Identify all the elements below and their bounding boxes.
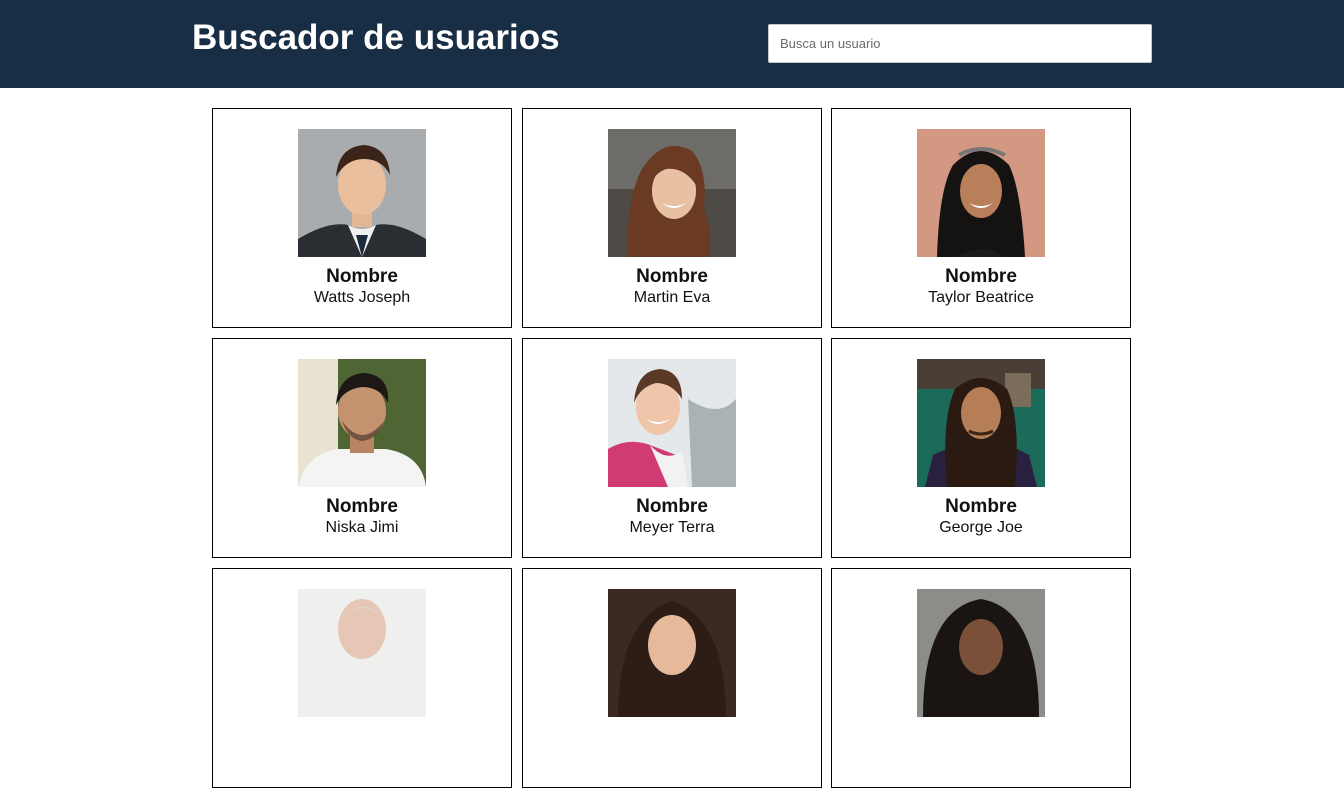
search-input[interactable] (768, 24, 1152, 63)
user-card[interactable]: Nombre Niska Jimi (212, 338, 512, 558)
user-card[interactable]: Nombre Taylor Beatrice (831, 108, 1131, 328)
user-photo-icon (298, 359, 426, 487)
user-photo-icon (608, 359, 736, 487)
user-name: Martin Eva (633, 289, 711, 306)
user-photo-icon (917, 589, 1045, 717)
card-label: Nombre (945, 496, 1017, 517)
user-name: Niska Jimi (325, 519, 399, 536)
user-name: Watts Joseph (313, 289, 411, 306)
user-photo-icon (298, 129, 426, 257)
header-bar: Buscador de usuarios (0, 0, 1344, 88)
user-photo-icon (917, 129, 1045, 257)
user-name: Taylor Beatrice (928, 289, 1034, 306)
card-label: Nombre (636, 496, 708, 517)
user-card[interactable]: Nombre Meyer Terra (522, 338, 822, 558)
user-card[interactable] (831, 568, 1131, 788)
user-card[interactable]: Nombre George Joe (831, 338, 1131, 558)
user-grid: Nombre Watts Joseph Nombre Martin Eva No… (212, 108, 1132, 788)
user-photo-icon (917, 359, 1045, 487)
card-label: Nombre (945, 266, 1017, 287)
user-name: George Joe (939, 519, 1023, 536)
user-card[interactable] (212, 568, 512, 788)
card-label: Nombre (326, 266, 398, 287)
page-title: Buscador de usuarios (192, 18, 560, 57)
user-card[interactable] (522, 568, 822, 788)
user-name: Meyer Terra (629, 519, 715, 536)
card-label: Nombre (326, 496, 398, 517)
user-card[interactable]: Nombre Watts Joseph (212, 108, 512, 328)
user-photo-icon (608, 589, 736, 717)
user-card[interactable]: Nombre Martin Eva (522, 108, 822, 328)
user-photo-icon (298, 589, 426, 717)
card-label: Nombre (636, 266, 708, 287)
user-photo-icon (608, 129, 736, 257)
